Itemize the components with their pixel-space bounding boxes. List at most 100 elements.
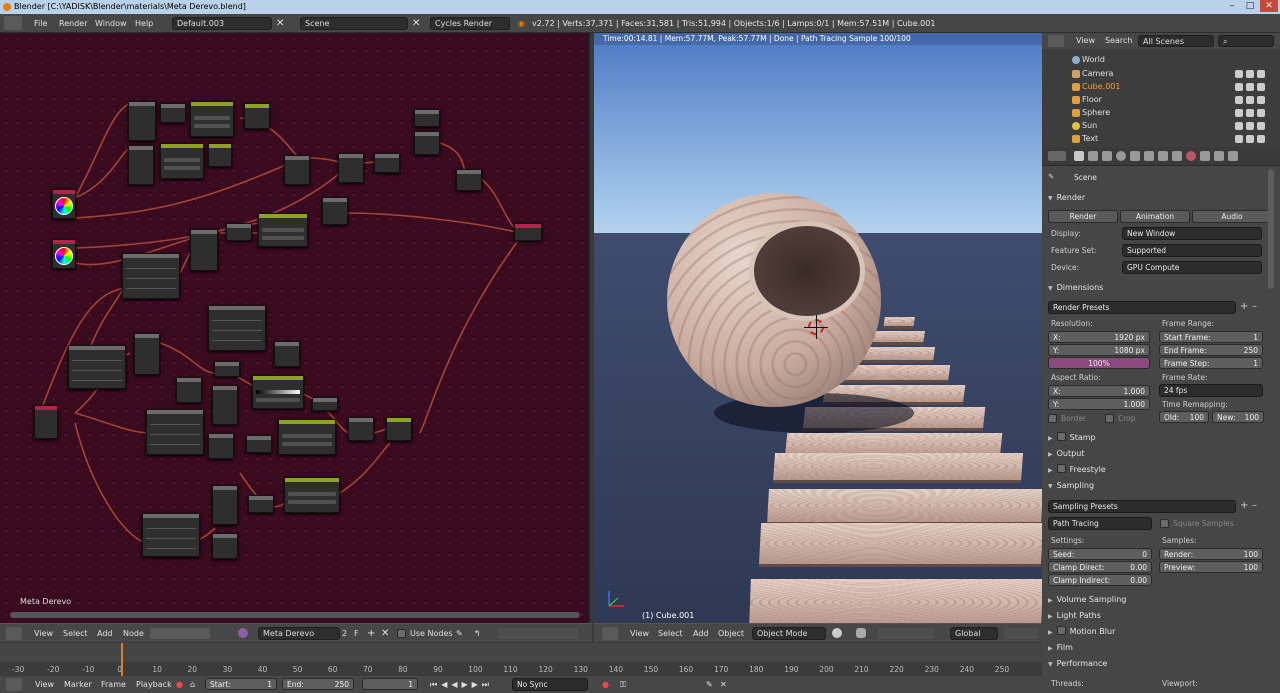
node[interactable] — [226, 223, 252, 241]
outliner-item-world[interactable]: World — [1042, 53, 1280, 66]
performance-panel-header[interactable]: Performance — [1048, 657, 1108, 670]
3d-viewport[interactable]: (1) Cube.001 Time:00:14.81 | Mem:57.77M,… — [594, 33, 1042, 623]
outliner-item-cube[interactable]: Cube.001 — [1042, 80, 1280, 93]
lock-icon[interactable]: ⌂ — [190, 676, 195, 693]
node[interactable] — [128, 101, 156, 141]
square-samples-checkbox[interactable] — [1160, 519, 1169, 528]
node[interactable] — [190, 229, 218, 271]
interaction-mode-select[interactable]: Object Mode — [752, 627, 826, 640]
scene-select[interactable]: Scene — [300, 17, 408, 30]
menu-marker[interactable]: Marker — [64, 676, 92, 693]
node[interactable] — [134, 333, 160, 375]
film-panel-header[interactable]: Film — [1048, 641, 1073, 654]
border-checkbox[interactable] — [1048, 414, 1057, 423]
timeline[interactable]: -30 -20 -10 0 10 20 30 40 50 60 70 80 90 100 110 120 130… — [0, 643, 1042, 676]
parent-icon[interactable]: ↰ — [474, 624, 481, 643]
remap-old-field[interactable]: Old: 100 — [1159, 411, 1209, 423]
device-select[interactable]: GPU Compute — [1122, 261, 1262, 274]
editor-type-icon[interactable] — [1048, 151, 1066, 161]
minimize-icon[interactable]: – — [1224, 0, 1240, 12]
clamp-direct-field[interactable]: Clamp Direct: 0.00 — [1048, 561, 1152, 573]
node[interactable] — [338, 153, 364, 183]
outliner-item-sun[interactable]: Sun — [1042, 119, 1280, 132]
menu-node[interactable]: Node — [123, 624, 144, 643]
node[interactable] — [284, 477, 340, 513]
render-tab-icon[interactable] — [1074, 151, 1084, 161]
texture-tab-icon[interactable] — [1200, 151, 1210, 161]
node[interactable] — [160, 103, 186, 123]
material-tab-icon[interactable] — [1186, 151, 1196, 161]
render-presets-select[interactable]: Render Presets — [1048, 301, 1236, 314]
pin-icon[interactable]: ✎ — [456, 624, 463, 643]
visibility-toggles[interactable] — [1232, 121, 1266, 130]
node[interactable] — [374, 153, 400, 173]
material-icon[interactable] — [238, 628, 248, 638]
delete-keyframe-icon[interactable]: ✕ — [720, 676, 727, 693]
material-users[interactable]: 2 — [342, 624, 347, 643]
node[interactable] — [248, 495, 274, 513]
shader-type-toggle[interactable] — [150, 628, 210, 639]
snap-tools[interactable] — [498, 628, 578, 639]
transform-orientation-select[interactable]: Global — [950, 627, 998, 640]
clamp-indirect-field[interactable]: Clamp Indirect: 0.00 — [1048, 574, 1152, 586]
current-frame-field[interactable]: 1 — [362, 678, 418, 690]
playback-controls[interactable]: ⏮◀◀▶▶⏭ — [430, 676, 493, 693]
menu-playback[interactable]: Playback — [136, 676, 172, 693]
end-frame-field[interactable]: End Frame: 250 — [1159, 344, 1263, 356]
display-mode-select[interactable]: All Scenes — [1138, 35, 1214, 47]
record-icon[interactable]: ● — [176, 676, 183, 693]
render-button[interactable]: Render — [1048, 210, 1118, 223]
animation-button[interactable]: Animation — [1120, 210, 1190, 223]
pin-icon[interactable]: ✎ — [1048, 171, 1054, 183]
node[interactable] — [386, 417, 412, 441]
outliner-item-text[interactable]: Text — [1042, 132, 1280, 145]
stamp-panel-header[interactable]: Stamp — [1048, 431, 1096, 444]
insert-keyframe-icon[interactable]: ✎ — [706, 676, 713, 693]
node[interactable] — [212, 533, 238, 559]
remap-new-field[interactable]: New: 100 — [1212, 411, 1264, 423]
add-preset-icon[interactable]: + — [1240, 500, 1248, 512]
node[interactable] — [258, 213, 308, 247]
unlink-material-icon[interactable]: ✕ — [381, 624, 389, 643]
screen-layout-select[interactable]: Default.003 — [172, 17, 272, 30]
object-tab-icon[interactable] — [1130, 151, 1140, 161]
menu-add[interactable]: Add — [97, 624, 113, 643]
motion-blur-panel-header[interactable]: Motion Blur — [1048, 625, 1115, 638]
aspect-x-field[interactable]: X: 1.000 — [1048, 385, 1150, 397]
material-output-node[interactable] — [514, 223, 542, 241]
horizontal-scrollbar[interactable] — [10, 612, 580, 618]
menu-help[interactable]: Help — [135, 14, 153, 33]
texcoord-node[interactable] — [34, 405, 58, 439]
preview-samples-field[interactable]: Preview: 100 — [1159, 561, 1263, 573]
editor-type-icon[interactable] — [4, 16, 22, 30]
menu-frame[interactable]: Frame — [101, 676, 126, 693]
menu-file[interactable]: File — [34, 14, 47, 33]
node[interactable] — [146, 409, 204, 455]
start-frame-field[interactable]: Start: 1 — [205, 678, 277, 690]
auto-keyframe-icon[interactable]: ● — [602, 676, 609, 693]
resolution-x-field[interactable]: X: 1920 px — [1048, 331, 1150, 343]
node[interactable] — [208, 305, 266, 351]
visibility-toggles[interactable] — [1232, 134, 1266, 143]
menu-search[interactable]: Search — [1105, 36, 1132, 45]
editor-type-icon[interactable] — [6, 678, 22, 691]
remove-preset-icon[interactable]: – — [1252, 500, 1257, 512]
editor-type-icon[interactable] — [602, 627, 618, 640]
remove-preset-icon[interactable]: – — [1252, 301, 1257, 313]
node[interactable] — [142, 513, 200, 557]
maximize-icon[interactable]: □ — [1242, 0, 1258, 12]
frame-rate-select[interactable]: 24 fps — [1159, 384, 1263, 397]
constraints-tab-icon[interactable] — [1144, 151, 1154, 161]
close-scene-icon[interactable]: ✕ — [412, 14, 420, 33]
node[interactable] — [278, 419, 336, 455]
menu-object[interactable]: Object — [718, 624, 744, 643]
node[interactable] — [122, 253, 180, 299]
layers-tab-icon[interactable] — [1088, 151, 1098, 161]
menu-view[interactable]: View — [630, 624, 649, 643]
node[interactable] — [212, 385, 238, 425]
node[interactable] — [128, 145, 154, 185]
editor-type-icon[interactable] — [6, 627, 22, 640]
visibility-toggles[interactable] — [1232, 108, 1266, 117]
crop-checkbox[interactable] — [1105, 414, 1114, 423]
node[interactable] — [348, 417, 374, 441]
